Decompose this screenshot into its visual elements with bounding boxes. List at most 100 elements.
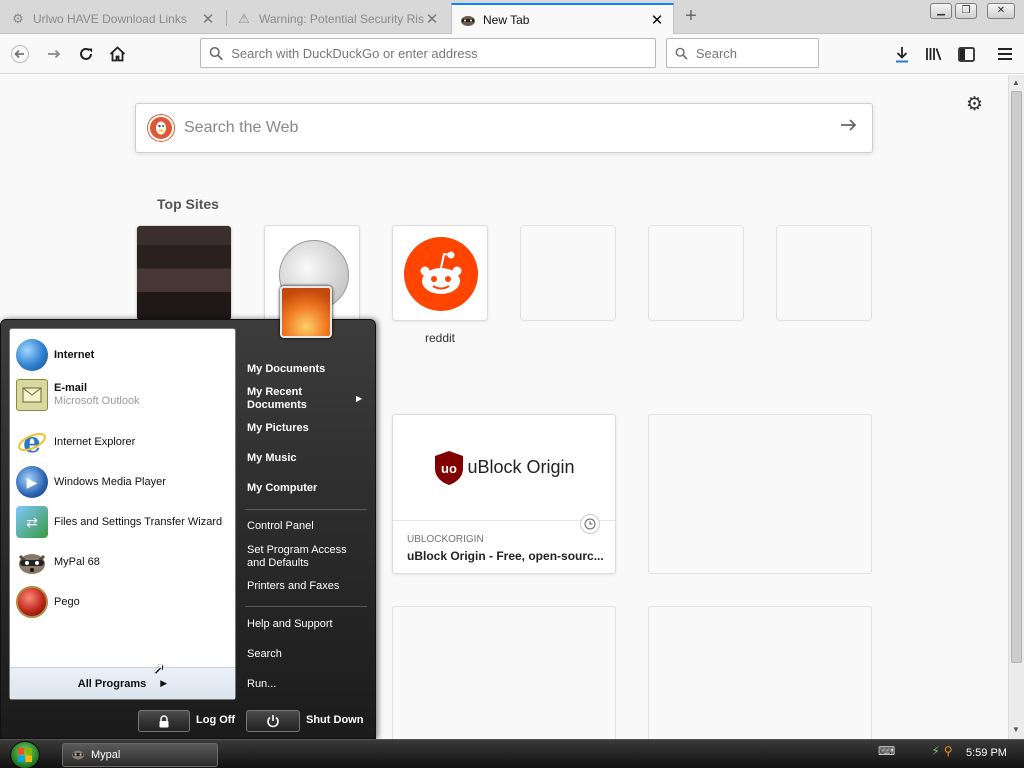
log-off-label[interactable]: Log Off bbox=[196, 714, 235, 726]
start-link-my-recent-documents[interactable]: My Recent Documents bbox=[247, 386, 347, 412]
media-player-icon: ▶ bbox=[16, 466, 48, 498]
windows-logo-icon bbox=[18, 748, 32, 762]
minimize-button[interactable]: ▁ bbox=[930, 3, 952, 19]
address-bar[interactable] bbox=[200, 38, 656, 68]
shut-down-button[interactable] bbox=[246, 710, 300, 732]
reload-button[interactable] bbox=[72, 40, 100, 68]
close-icon[interactable]: ✕ bbox=[200, 10, 216, 28]
tab-title: Warning: Potential Security Risk bbox=[259, 11, 424, 26]
pego-icon bbox=[16, 586, 48, 618]
keyboard-icon[interactable]: ⌨ bbox=[878, 744, 895, 758]
svg-text:e: e bbox=[23, 427, 41, 457]
close-icon[interactable]: ✕ bbox=[649, 11, 665, 29]
start-link-my-pictures[interactable]: My Pictures bbox=[247, 422, 309, 435]
start-item-internet-explorer[interactable]: e Internet Explorer bbox=[16, 424, 231, 460]
raccoon-icon bbox=[16, 546, 48, 578]
close-window-button[interactable]: ✕ bbox=[987, 3, 1015, 19]
clock-icon bbox=[580, 514, 600, 534]
forward-arrow-icon bbox=[48, 49, 61, 59]
email-icon bbox=[16, 379, 48, 411]
start-item-label: Files and Settings Transfer Wizard bbox=[54, 515, 223, 528]
search-icon bbox=[209, 46, 223, 60]
gear-icon[interactable]: ⚙ bbox=[966, 93, 983, 116]
tab-download-links[interactable]: ⚙ Urlwo HAVE Download Links ✕ bbox=[2, 3, 224, 34]
scroll-up-arrow-icon[interactable]: ▲ bbox=[1012, 78, 1020, 87]
library-icon bbox=[926, 48, 942, 61]
top-site-reddit[interactable] bbox=[392, 225, 488, 321]
highlight-card-ublock[interactable]: uo uBlock Origin UBLOCKORIGIN uBlock Ori… bbox=[392, 414, 616, 574]
shut-down-label[interactable]: Shut Down bbox=[306, 714, 363, 726]
ublock-shield-icon: uo bbox=[435, 450, 464, 485]
start-link-control-panel[interactable]: Control Panel bbox=[247, 520, 314, 533]
sidebar-icon bbox=[957, 46, 975, 62]
start-item-internet[interactable]: Internet bbox=[16, 337, 231, 373]
home-button[interactable] bbox=[103, 40, 131, 68]
start-link-program-access[interactable]: Set Program Access and Defaults bbox=[247, 544, 357, 570]
all-programs-label: All Programs bbox=[77, 677, 147, 690]
start-link-run[interactable]: Run... bbox=[247, 678, 276, 691]
search-input[interactable] bbox=[695, 45, 818, 61]
top-site-tile[interactable] bbox=[136, 225, 232, 321]
warning-icon: ⚠ bbox=[238, 10, 250, 26]
user-picture-avatar[interactable] bbox=[280, 286, 332, 338]
start-item-mypal[interactable]: MyPal 68 bbox=[16, 544, 231, 580]
top-site-empty[interactable] bbox=[520, 225, 616, 321]
web-search-input[interactable] bbox=[184, 119, 824, 137]
start-item-label: Pego bbox=[54, 595, 80, 608]
taskbar-item-mypal[interactable]: Mypal bbox=[62, 743, 218, 767]
top-site-empty[interactable] bbox=[776, 225, 872, 321]
top-sites-heading: Top Sites bbox=[157, 196, 219, 212]
sidebar-button[interactable] bbox=[952, 40, 980, 68]
power-icon bbox=[267, 715, 279, 728]
close-icon[interactable]: ✕ bbox=[424, 10, 440, 28]
start-link-my-documents[interactable]: My Documents bbox=[247, 363, 325, 376]
network-icon[interactable]: ⚡ bbox=[931, 744, 939, 758]
tab-security-warning[interactable]: ⚠ Warning: Potential Security Risk ✕ bbox=[228, 3, 448, 34]
svg-text:uo: uo bbox=[442, 461, 458, 476]
library-button[interactable] bbox=[920, 40, 948, 68]
globe-icon bbox=[16, 339, 48, 371]
start-link-search[interactable]: Search bbox=[247, 648, 282, 661]
menu-divider bbox=[245, 606, 367, 607]
address-input[interactable] bbox=[231, 45, 655, 61]
start-item-pego[interactable]: Pego bbox=[16, 584, 231, 620]
reload-icon bbox=[80, 47, 92, 60]
start-item-email[interactable]: E-mail Microsoft Outlook bbox=[16, 377, 231, 413]
menu-button[interactable] bbox=[991, 40, 1019, 68]
new-tab-button[interactable]: + bbox=[679, 5, 703, 29]
back-button[interactable] bbox=[6, 40, 34, 68]
search-go-arrow-icon[interactable] bbox=[840, 116, 858, 139]
start-link-my-music[interactable]: My Music bbox=[247, 452, 297, 465]
start-button[interactable] bbox=[10, 741, 40, 768]
hamburger-menu-icon bbox=[998, 48, 1012, 60]
start-item-sublabel: Microsoft Outlook bbox=[54, 395, 140, 407]
navigation-toolbar bbox=[0, 34, 1024, 74]
forward-button[interactable] bbox=[40, 40, 68, 68]
search-tray-icon[interactable]: ⚲ bbox=[944, 744, 953, 758]
start-link-help-support[interactable]: Help and Support bbox=[247, 618, 333, 631]
tab-new-tab[interactable]: New Tab ✕ bbox=[451, 3, 674, 35]
search-bar[interactable] bbox=[666, 38, 819, 68]
all-programs-button[interactable]: All Programs ▶ bbox=[10, 667, 235, 699]
top-site-empty[interactable] bbox=[648, 225, 744, 321]
start-item-label: Windows Media Player bbox=[54, 475, 166, 488]
start-link-my-computer[interactable]: My Computer bbox=[247, 482, 317, 495]
start-item-label: E-mail bbox=[54, 382, 88, 394]
start-item-media-player[interactable]: ▶ Windows Media Player bbox=[16, 464, 231, 500]
log-off-button[interactable] bbox=[138, 710, 190, 732]
scroll-down-arrow-icon[interactable]: ▼ bbox=[1012, 725, 1020, 734]
start-link-printers-faxes[interactable]: Printers and Faxes bbox=[247, 580, 339, 593]
tab-strip: ⚙ Urlwo HAVE Download Links ✕ ⚠ Warning:… bbox=[0, 0, 1024, 35]
web-search-box[interactable] bbox=[135, 103, 873, 153]
vertical-scrollbar[interactable]: ▲ ▼ bbox=[1008, 75, 1024, 739]
start-item-label: Internet Explorer bbox=[54, 435, 136, 448]
downloads-button[interactable] bbox=[888, 40, 916, 68]
clock[interactable]: 5:59 PM bbox=[966, 747, 1007, 759]
start-menu: Internet E-mail Microsoft Outlook e Inte… bbox=[0, 286, 376, 739]
raccoon-icon bbox=[460, 12, 476, 28]
scrollbar-thumb[interactable] bbox=[1011, 91, 1022, 663]
restore-button[interactable]: ❐ bbox=[955, 3, 977, 19]
site-thumbnail bbox=[137, 226, 231, 320]
start-item-transfer-wizard[interactable]: ⇄ Files and Settings Transfer Wizard bbox=[16, 504, 231, 540]
tab-separator bbox=[226, 10, 227, 26]
